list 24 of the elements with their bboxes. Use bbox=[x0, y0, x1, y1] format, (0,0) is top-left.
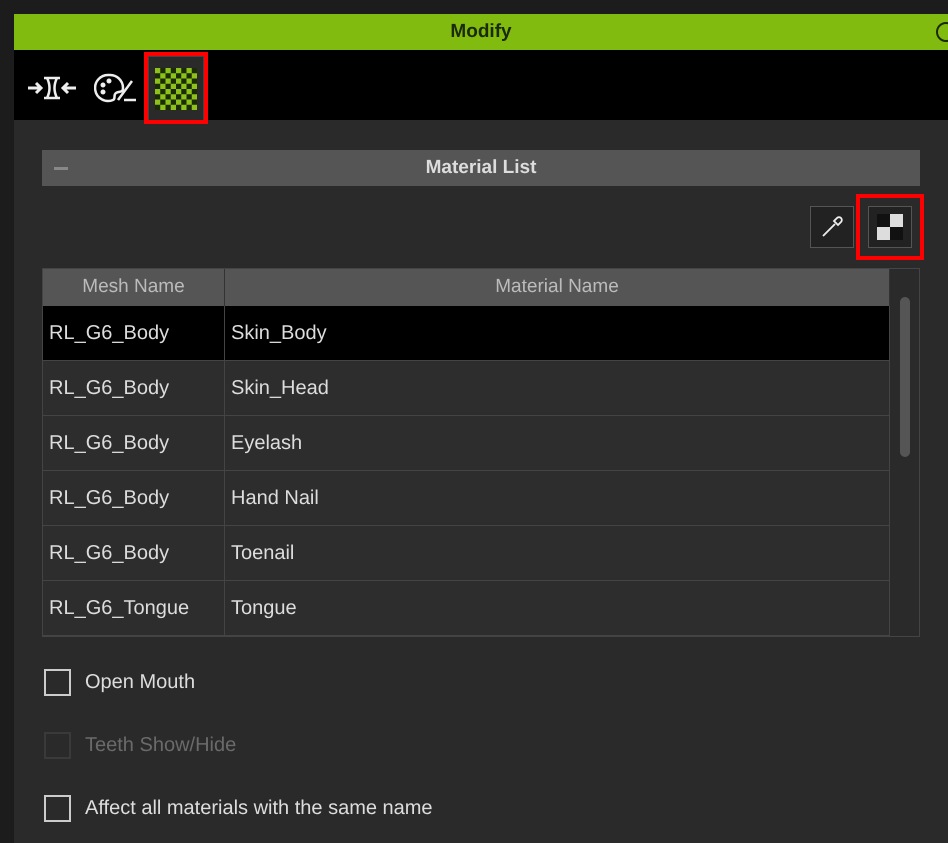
checkerboard-icon bbox=[155, 68, 197, 110]
palette-icon bbox=[94, 73, 138, 103]
table-cell: RL_G6_Tongue bbox=[43, 581, 225, 635]
toolbar-button[interactable] bbox=[810, 206, 854, 248]
table-row[interactable]: RL_G6_Body Eyelash bbox=[43, 416, 890, 471]
checker-icon bbox=[877, 214, 903, 240]
table-row[interactable]: RL_G6_Body Skin_Body bbox=[43, 306, 890, 361]
checkbox-label: Teeth Show/Hide bbox=[85, 733, 236, 758]
table-cell: RL_G6_Body bbox=[43, 526, 225, 580]
table-row[interactable]: RL_G6_Tongue Tongue bbox=[43, 581, 890, 636]
table-cell: RL_G6_Body bbox=[43, 471, 225, 525]
table-cell: RL_G6_Body bbox=[43, 306, 225, 360]
section-title: Material List bbox=[426, 156, 536, 180]
section-header[interactable]: Material List bbox=[42, 150, 920, 186]
table-row[interactable]: RL_G6_Body Hand Nail bbox=[43, 471, 890, 526]
table-row[interactable]: RL_G6_Body Toenail bbox=[43, 526, 890, 581]
table-row[interactable]: RL_G6_Body Skin_Head bbox=[43, 361, 890, 416]
table-cell: RL_G6_Body bbox=[43, 416, 225, 470]
window-title: Modify bbox=[450, 20, 512, 44]
morph-icon bbox=[26, 74, 78, 102]
toolbar-button[interactable] bbox=[868, 206, 912, 248]
checkbox-label: Affect all materials with the same name bbox=[85, 796, 433, 821]
checkbox-label: Open Mouth bbox=[85, 670, 196, 695]
table-cell: RL_G6_Body bbox=[43, 361, 225, 415]
